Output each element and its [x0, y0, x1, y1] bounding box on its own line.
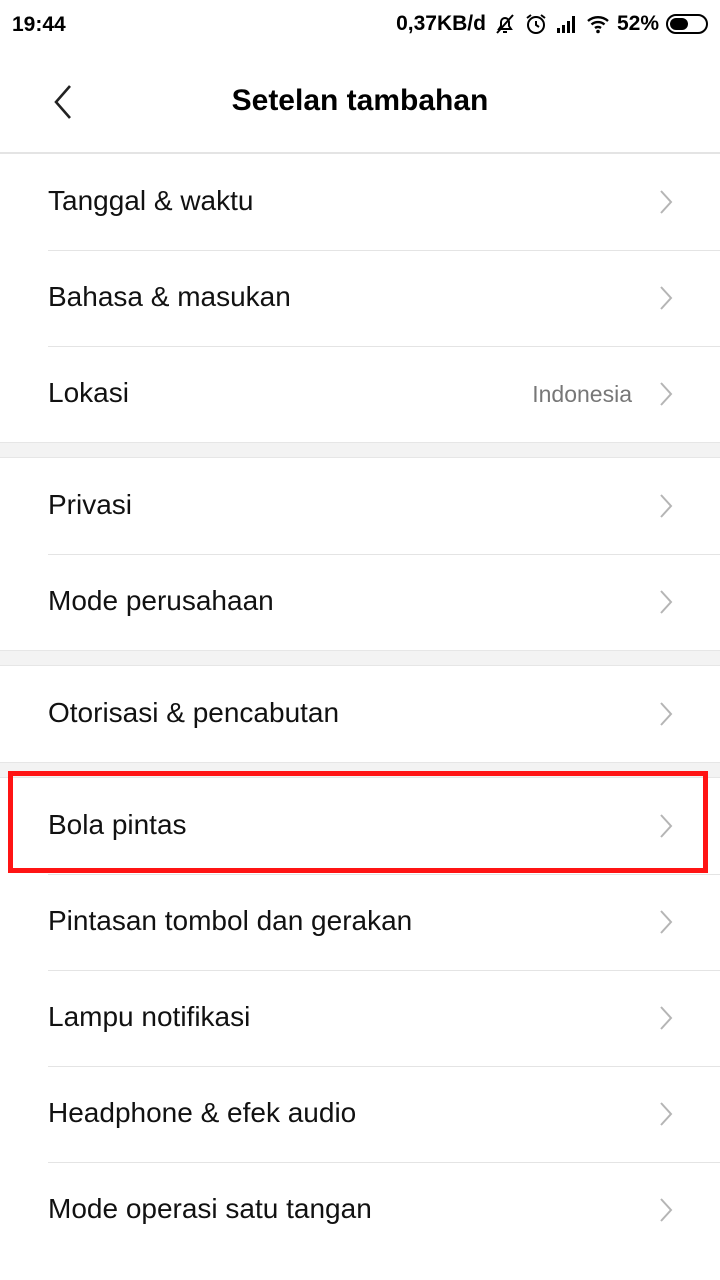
chevron-right-icon — [660, 494, 673, 518]
settings-item[interactable]: Tanggal & waktu — [0, 154, 720, 250]
chevron-right-icon — [660, 382, 673, 406]
settings-item-label: Privasi — [48, 489, 133, 520]
header: Setelan tambahan — [0, 50, 720, 154]
status-bar: 19:44 0,37KB/d 52% — [0, 0, 720, 50]
settings-item[interactable]: Lampu notifikasi — [0, 970, 720, 1066]
group-separator — [0, 762, 720, 778]
settings-group: Tanggal & waktu Bahasa & masukan Lokasi Ind… — [0, 154, 720, 442]
status-icons: 0,37KB/d 52% — [396, 12, 708, 36]
settings-item[interactable]: Pintasan tombol dan gerakan — [0, 874, 720, 970]
settings-item[interactable]: Otorisasi & pencabutan — [0, 666, 720, 762]
network-speed: 0,37KB/d — [396, 12, 486, 35]
settings-group: Privasi Mode perusahaan — [0, 458, 720, 650]
settings-item-label: Lokasi — [48, 377, 129, 408]
settings-item[interactable]: Mode perusahaan — [0, 554, 720, 650]
status-time: 19:44 — [12, 13, 66, 36]
chevron-right-icon — [660, 910, 673, 934]
settings-item-value: Indonesia — [532, 381, 632, 407]
settings-item[interactable]: Lokasi Indonesia — [0, 346, 720, 442]
settings-item[interactable]: Bola pintas — [0, 778, 720, 874]
alarm-icon — [526, 14, 546, 34]
settings-list: Tanggal & waktu Bahasa & masukan Lokasi Ind… — [0, 154, 720, 1258]
settings-item-label: Lampu notifikasi — [48, 1001, 251, 1032]
chevron-right-icon — [660, 1198, 673, 1222]
settings-item-label: Headphone & efek audio — [48, 1097, 357, 1128]
battery-icon — [666, 14, 708, 34]
chevron-right-icon — [660, 1102, 673, 1126]
settings-item[interactable]: Privasi — [0, 458, 720, 554]
settings-item[interactable]: Headphone & efek audio — [0, 1066, 720, 1162]
chevron-right-icon — [660, 190, 673, 214]
chevron-right-icon — [660, 702, 673, 726]
page-title: Setelan tambahan — [231, 84, 489, 117]
group-separator — [0, 650, 720, 666]
chevron-right-icon — [660, 814, 673, 838]
settings-item-label: Pintasan tombol dan gerakan — [48, 905, 413, 936]
settings-item[interactable]: Bahasa & masukan — [0, 250, 720, 346]
settings-item[interactable]: Mode operasi satu tangan — [0, 1162, 720, 1258]
wifi-icon — [587, 16, 609, 34]
mute-icon — [496, 14, 514, 34]
chevron-right-icon — [660, 1006, 673, 1030]
battery-percent: 52% — [616, 12, 659, 35]
signal-icon — [556, 16, 575, 33]
settings-group: Otorisasi & pencabutan — [0, 666, 720, 762]
settings-item-label: Tanggal & waktu — [48, 185, 254, 216]
group-separator — [0, 442, 720, 458]
settings-group: Bola pintas Pintasan tombol dan gerakan La… — [0, 778, 720, 1258]
chevron-right-icon — [660, 590, 673, 614]
settings-item-label: Mode operasi satu tangan — [48, 1193, 372, 1224]
settings-item-label: Otorisasi & pencabutan — [48, 697, 340, 728]
settings-item-label: Bahasa & masukan — [48, 281, 291, 312]
chevron-right-icon — [660, 286, 673, 310]
settings-item-label: Bola pintas — [48, 809, 187, 840]
settings-item-label: Mode perusahaan — [48, 585, 274, 616]
